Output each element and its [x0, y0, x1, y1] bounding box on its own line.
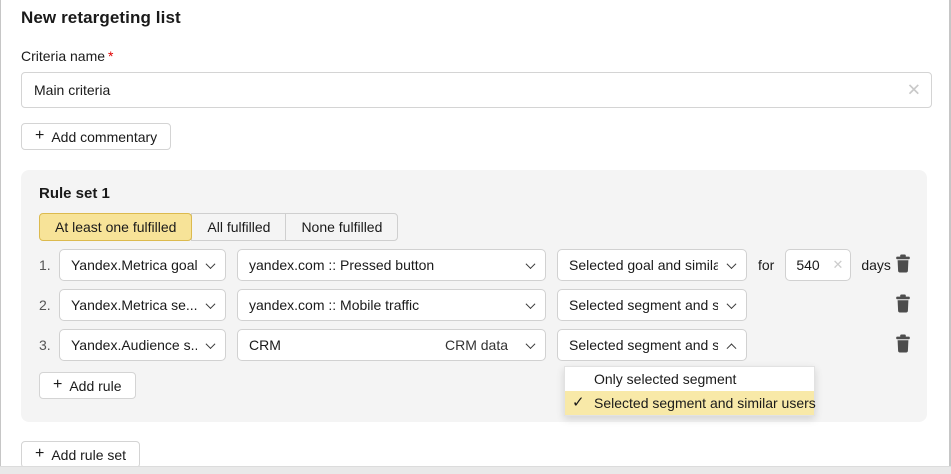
rule1-source-select[interactable]: Yandex.Metrica goal: [59, 249, 226, 281]
option-selected-segment-and-similar-users[interactable]: ✓ Selected segment and similar users: [565, 391, 814, 415]
tab-all-fulfilled[interactable]: All fulfilled: [191, 213, 286, 241]
chevron-down-icon: [206, 259, 216, 269]
rule3-source-value: Yandex.Audience s...: [71, 337, 197, 353]
trash-icon: [895, 334, 911, 356]
rule3-audience-select[interactable]: Selected segment and si...: [557, 329, 747, 361]
chevron-down-icon: [526, 259, 536, 269]
trash-icon: [895, 254, 911, 276]
chevron-up-icon: [727, 343, 737, 353]
clear-days-icon[interactable]: ✕: [832, 257, 843, 273]
chevron-down-icon: [206, 299, 216, 309]
add-commentary-label: Add commentary: [51, 129, 157, 145]
rule-condition-tabs: At least one fulfilled All fulfilled Non…: [39, 213, 398, 241]
required-asterisk: *: [108, 48, 113, 64]
audience-dropdown-menu: Only selected segment ✓ Selected segment…: [564, 366, 815, 416]
rule2-audience-select[interactable]: Selected segment and si...: [557, 289, 747, 321]
criteria-name-input[interactable]: [22, 73, 931, 107]
days-label: days: [861, 257, 891, 273]
rule-row-3: 3. Yandex.Audience s... CRM CRM data Sel…: [39, 329, 919, 361]
rule-row-1: 1. Yandex.Metrica goal yandex.com :: Pre…: [39, 249, 919, 281]
plus-icon: +: [53, 376, 62, 394]
days-input[interactable]: [796, 257, 826, 273]
tab-none-fulfilled[interactable]: None fulfilled: [285, 213, 398, 241]
chevron-down-icon: [526, 299, 536, 309]
add-rule-button[interactable]: + Add rule: [39, 372, 136, 399]
add-rule-label: Add rule: [69, 378, 121, 394]
option-label: Only selected segment: [594, 371, 736, 387]
delete-rule-button[interactable]: [893, 332, 913, 358]
rule-number: 3.: [39, 337, 59, 353]
criteria-name-field: ✕: [21, 72, 932, 108]
trash-icon: [895, 294, 911, 316]
rule-set-title: Rule set 1: [39, 185, 919, 202]
rule-number: 2.: [39, 297, 59, 313]
add-rule-set-button[interactable]: + Add rule set: [21, 441, 140, 468]
rule2-source-select[interactable]: Yandex.Metrica se...: [59, 289, 226, 321]
rule3-audience-value: Selected segment and si...: [569, 337, 718, 353]
delete-rule-button[interactable]: [893, 252, 913, 278]
page-title: New retargeting list: [21, 8, 929, 28]
rule1-item-select[interactable]: yandex.com :: Pressed button: [237, 249, 546, 281]
for-label: for: [758, 257, 774, 273]
clear-input-icon[interactable]: ✕: [907, 82, 921, 99]
rule1-item-value: yandex.com :: Pressed button: [249, 257, 434, 273]
rule-number: 1.: [39, 257, 59, 273]
rule2-source-value: Yandex.Metrica se...: [71, 297, 197, 313]
tab-at-least-one-fulfilled[interactable]: At least one fulfilled: [39, 213, 192, 241]
retargeting-form: New retargeting list Criteria name* ✕ + …: [0, 0, 951, 474]
rule1-audience-value: Selected goal and simila...: [569, 257, 718, 273]
rule-row-2: 2. Yandex.Metrica se... yandex.com :: Mo…: [39, 289, 919, 321]
check-icon: ✓: [572, 393, 585, 411]
rule3-source-select[interactable]: Yandex.Audience s...: [59, 329, 226, 361]
criteria-name-label: Criteria name*: [21, 48, 929, 64]
rule2-audience-value: Selected segment and si...: [569, 297, 718, 313]
criteria-name-label-text: Criteria name: [21, 48, 105, 64]
plus-icon: +: [35, 445, 44, 463]
rule3-item-select[interactable]: CRM CRM data: [237, 329, 546, 361]
chevron-down-icon: [727, 299, 737, 309]
add-rule-set-label: Add rule set: [51, 447, 126, 463]
segment-type-label: CRM data: [445, 337, 508, 353]
chevron-down-icon: [526, 339, 536, 349]
option-only-selected-segment[interactable]: Only selected segment: [565, 367, 814, 391]
days-field: ✕: [785, 249, 851, 281]
chevron-down-icon: [727, 259, 737, 269]
chevron-down-icon: [206, 339, 216, 349]
add-commentary-button[interactable]: + Add commentary: [21, 123, 171, 150]
rule1-source-value: Yandex.Metrica goal: [71, 257, 197, 273]
option-label: Selected segment and similar users: [594, 395, 816, 411]
delete-rule-button[interactable]: [893, 292, 913, 318]
page-bottom-edge: [0, 466, 951, 474]
rule2-item-select[interactable]: yandex.com :: Mobile traffic: [237, 289, 546, 321]
rule1-audience-select[interactable]: Selected goal and simila...: [557, 249, 747, 281]
rule2-item-value: yandex.com :: Mobile traffic: [249, 297, 419, 313]
rule3-item-value: CRM: [249, 337, 281, 353]
plus-icon: +: [35, 127, 44, 145]
